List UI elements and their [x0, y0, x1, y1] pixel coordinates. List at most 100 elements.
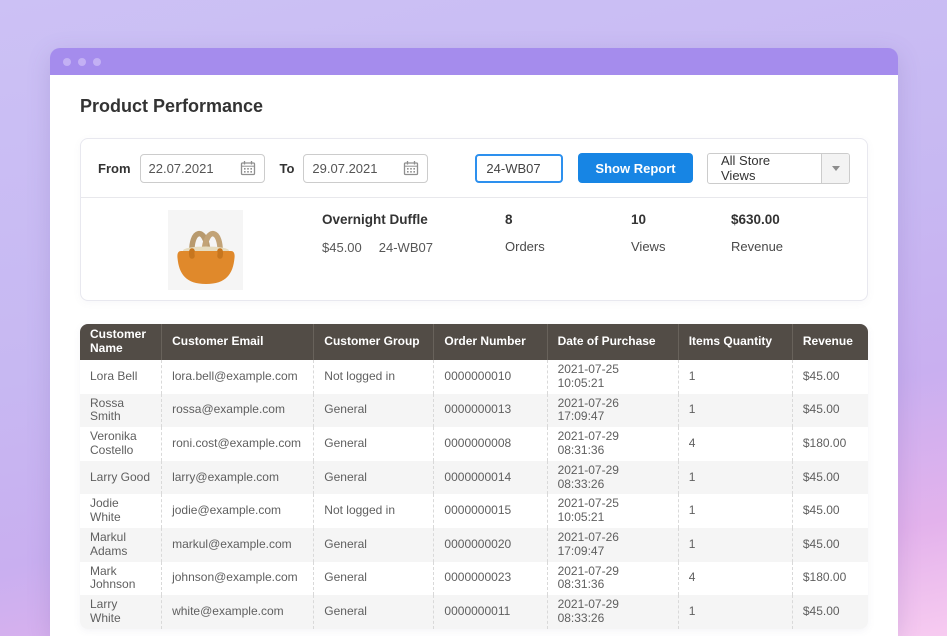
orders-count: 8	[505, 212, 631, 227]
table-cell: Jodie White	[80, 494, 161, 528]
table-cell: 2021-07-29 08:33:26	[547, 461, 678, 495]
column-header: Date of Purchase	[547, 324, 678, 360]
date-to-value: 29.07.2021	[312, 161, 377, 176]
table-cell: Mark Johnson	[80, 562, 161, 596]
report-table: Customer NameCustomer EmailCustomer Grou…	[80, 324, 868, 629]
column-header: Revenue	[792, 324, 868, 360]
date-to-input[interactable]: 29.07.2021	[303, 154, 428, 183]
table-row: Rossa Smithrossa@example.comGeneral00000…	[80, 394, 868, 428]
views-stat: 10 Views	[631, 210, 731, 300]
table-cell: $45.00	[792, 461, 868, 495]
product-info: Overnight Duffle $45.00 24-WB07	[322, 210, 505, 300]
select-arrow-button[interactable]	[821, 154, 849, 183]
column-header: Items Quantity	[678, 324, 792, 360]
orders-stat: 8 Orders	[505, 210, 631, 300]
table-cell: 2021-07-29 08:31:36	[547, 562, 678, 596]
table-cell: 2021-07-29 08:33:26	[547, 595, 678, 629]
views-count: 10	[631, 212, 731, 227]
table-cell: Markul Adams	[80, 528, 161, 562]
table-cell: 2021-07-26 17:09:47	[547, 394, 678, 428]
report-filter-card: From 22.07.2021 To	[80, 138, 868, 301]
window-body: Product Performance From 22.07.2021	[50, 75, 898, 636]
table-row: Larry Goodlarry@example.comGeneral000000…	[80, 461, 868, 495]
table-cell: Veronika Costello	[80, 427, 161, 461]
views-label: Views	[631, 239, 731, 254]
table-cell: 0000000011	[433, 595, 546, 629]
table-cell: johnson@example.com	[161, 562, 313, 596]
from-label: From	[98, 161, 131, 176]
store-view-select[interactable]: All Store Views	[707, 153, 850, 184]
table-cell: Not logged in	[313, 360, 433, 394]
column-header: Customer Group	[313, 324, 433, 360]
table-row: Lora Belllora.bell@example.comNot logged…	[80, 360, 868, 394]
window-dot-icon[interactable]	[93, 58, 101, 66]
table-row: Mark Johnsonjohnson@example.comGeneral00…	[80, 562, 868, 596]
table-row: Jodie Whitejodie@example.comNot logged i…	[80, 494, 868, 528]
orders-label: Orders	[505, 239, 631, 254]
window-titlebar	[50, 48, 898, 75]
table-cell: Larry White	[80, 595, 161, 629]
product-sku: 24-WB07	[379, 240, 433, 255]
table-cell: General	[313, 394, 433, 428]
revenue-amount: $630.00	[731, 212, 783, 227]
store-view-value: All Store Views	[708, 154, 821, 183]
window-dot-icon[interactable]	[78, 58, 86, 66]
table-cell: 0000000015	[433, 494, 546, 528]
table-cell: General	[313, 528, 433, 562]
table-cell: General	[313, 562, 433, 596]
table-cell: Rossa Smith	[80, 394, 161, 428]
table-cell: jodie@example.com	[161, 494, 313, 528]
column-header: Customer Email	[161, 324, 313, 360]
sku-search-input[interactable]	[475, 154, 563, 183]
table-cell: 1	[678, 461, 792, 495]
table-cell: $180.00	[792, 562, 868, 596]
show-report-button[interactable]: Show Report	[578, 153, 692, 183]
product-summary-row: Overnight Duffle $45.00 24-WB07 8 Orders…	[81, 198, 867, 300]
product-price: $45.00	[322, 240, 362, 255]
table-cell: $45.00	[792, 360, 868, 394]
date-from-input[interactable]: 22.07.2021	[140, 154, 265, 183]
table-cell: Larry Good	[80, 461, 161, 495]
table-cell: 2021-07-25 10:05:21	[547, 494, 678, 528]
table-cell: 1	[678, 494, 792, 528]
table-cell: $45.00	[792, 394, 868, 428]
table-cell: 0000000014	[433, 461, 546, 495]
table-cell: markul@example.com	[161, 528, 313, 562]
table-cell: $45.00	[792, 595, 868, 629]
table-cell: General	[313, 595, 433, 629]
revenue-stat: $630.00 Revenue	[731, 210, 783, 300]
table-row: Larry Whitewhite@example.comGeneral00000…	[80, 595, 868, 629]
table-cell: 1	[678, 394, 792, 428]
calendar-icon[interactable]	[403, 160, 419, 176]
table-cell: 1	[678, 528, 792, 562]
table-cell: 2021-07-25 10:05:21	[547, 360, 678, 394]
table-cell: Lora Bell	[80, 360, 161, 394]
table-cell: lora.bell@example.com	[161, 360, 313, 394]
window-dot-icon[interactable]	[63, 58, 71, 66]
table-cell: 0000000020	[433, 528, 546, 562]
filter-row: From 22.07.2021 To	[81, 139, 867, 197]
revenue-label: Revenue	[731, 239, 783, 254]
table-cell: white@example.com	[161, 595, 313, 629]
table-cell: General	[313, 427, 433, 461]
table-cell: 0000000010	[433, 360, 546, 394]
table-cell: larry@example.com	[161, 461, 313, 495]
chevron-down-icon	[832, 166, 840, 171]
table-cell: 2021-07-29 08:31:36	[547, 427, 678, 461]
table-cell: $45.00	[792, 494, 868, 528]
table-cell: 0000000008	[433, 427, 546, 461]
table-row: Markul Adamsmarkul@example.comGeneral000…	[80, 528, 868, 562]
table-cell: 0000000013	[433, 394, 546, 428]
table-cell: 0000000023	[433, 562, 546, 596]
column-header: Order Number	[433, 324, 546, 360]
table-cell: $180.00	[792, 427, 868, 461]
table-cell: 4	[678, 427, 792, 461]
table-cell: roni.cost@example.com	[161, 427, 313, 461]
table-cell: 4	[678, 562, 792, 596]
table-header-row: Customer NameCustomer EmailCustomer Grou…	[80, 324, 868, 360]
handbag-image	[168, 210, 243, 290]
table-cell: 2021-07-26 17:09:47	[547, 528, 678, 562]
calendar-icon[interactable]	[240, 160, 256, 176]
table-cell: Not logged in	[313, 494, 433, 528]
product-image	[168, 210, 243, 290]
